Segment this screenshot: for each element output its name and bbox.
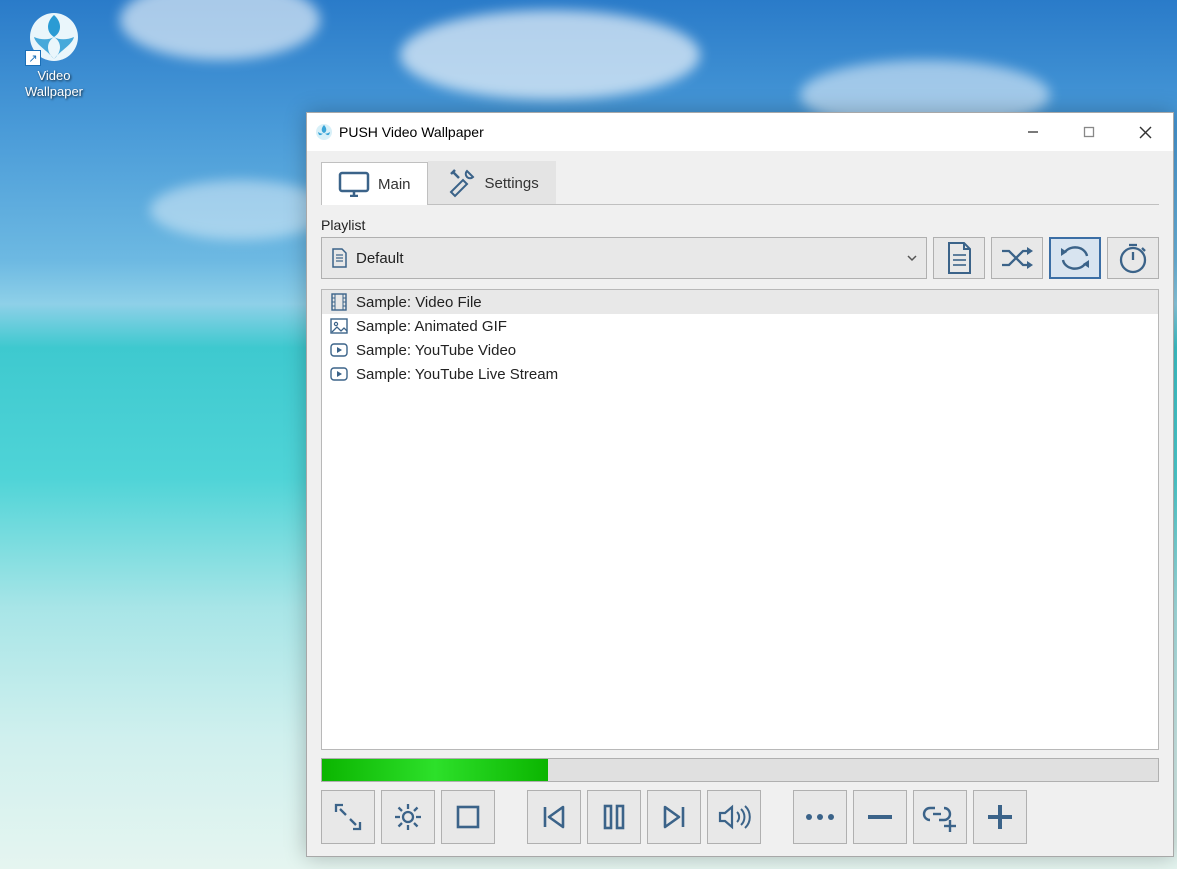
pause-icon <box>601 802 627 832</box>
fullscreen-icon <box>332 801 364 833</box>
previous-icon <box>539 802 569 832</box>
playlist-label: Playlist <box>321 217 1159 233</box>
list-item[interactable]: Sample: YouTube Live Stream <box>322 362 1158 386</box>
next-button[interactable] <box>647 790 701 844</box>
add-url-button[interactable] <box>913 790 967 844</box>
repeat-icon <box>1057 242 1093 274</box>
more-icon <box>803 810 837 824</box>
pause-button[interactable] <box>587 790 641 844</box>
youtube-icon <box>330 365 348 383</box>
shuffle-icon <box>999 243 1035 273</box>
chevron-down-icon <box>906 252 918 264</box>
list-item-label: Sample: Animated GIF <box>356 318 507 335</box>
window-title: PUSH Video Wallpaper <box>339 124 484 140</box>
list-item-label: Sample: Video File <box>356 294 482 311</box>
remove-button[interactable] <box>853 790 907 844</box>
list-item-label: Sample: YouTube Live Stream <box>356 366 558 383</box>
minimize-button[interactable] <box>1005 113 1061 151</box>
maximize-button[interactable] <box>1061 113 1117 151</box>
playlist-items: Sample: Video File Sample: Animated GIF … <box>321 289 1159 750</box>
previous-button[interactable] <box>527 790 581 844</box>
cloud-decoration <box>150 180 330 240</box>
progress-fill <box>322 759 548 781</box>
list-item[interactable]: Sample: Video File <box>322 290 1158 314</box>
more-button[interactable] <box>793 790 847 844</box>
tab-bar: Main Settings <box>321 161 1159 205</box>
gear-icon <box>392 801 424 833</box>
tab-main-label: Main <box>378 176 411 193</box>
wallpaper-settings-button[interactable] <box>381 790 435 844</box>
progress-bar[interactable] <box>321 758 1159 782</box>
app-icon <box>315 123 333 141</box>
desktop-shortcut-video-wallpaper[interactable]: ↗ Video Wallpaper <box>14 10 94 99</box>
minimize-icon <box>1027 126 1039 138</box>
volume-icon <box>717 802 751 832</box>
fullscreen-button[interactable] <box>321 790 375 844</box>
titlebar[interactable]: PUSH Video Wallpaper <box>307 113 1173 151</box>
timer-icon <box>1116 241 1150 275</box>
tab-settings-label: Settings <box>485 175 539 192</box>
shuffle-button[interactable] <box>991 237 1043 279</box>
list-item[interactable]: Sample: YouTube Video <box>322 338 1158 362</box>
document-icon <box>330 248 348 268</box>
list-item-label: Sample: YouTube Video <box>356 342 516 359</box>
minus-icon <box>865 812 895 822</box>
stop-button[interactable] <box>441 790 495 844</box>
close-button[interactable] <box>1117 113 1173 151</box>
app-window: PUSH Video Wallpaper Main <box>306 112 1174 857</box>
cloud-decoration <box>120 0 320 60</box>
link-plus-icon <box>922 800 958 834</box>
tab-settings[interactable]: Settings <box>428 161 556 204</box>
image-file-icon <box>330 317 348 335</box>
tab-main[interactable]: Main <box>321 162 428 205</box>
list-item[interactable]: Sample: Animated GIF <box>322 314 1158 338</box>
desktop-shortcut-label: Video Wallpaper <box>14 68 94 99</box>
video-file-icon <box>330 293 348 311</box>
volume-button[interactable] <box>707 790 761 844</box>
plus-icon <box>984 801 1016 833</box>
add-button[interactable] <box>973 790 1027 844</box>
stop-icon <box>454 803 482 831</box>
shortcut-arrow-icon: ↗ <box>25 50 41 66</box>
repeat-button[interactable] <box>1049 237 1101 279</box>
tools-icon <box>445 168 477 198</box>
next-icon <box>659 802 689 832</box>
playlist-dropdown[interactable]: Default <box>321 237 927 279</box>
cloud-decoration <box>400 10 700 100</box>
youtube-icon <box>330 341 348 359</box>
close-icon <box>1139 126 1152 139</box>
new-document-icon <box>944 241 974 275</box>
playlist-selected: Default <box>356 250 906 267</box>
new-playlist-button[interactable] <box>933 237 985 279</box>
monitor-icon <box>338 171 370 197</box>
timer-button[interactable] <box>1107 237 1159 279</box>
maximize-icon <box>1083 126 1095 138</box>
